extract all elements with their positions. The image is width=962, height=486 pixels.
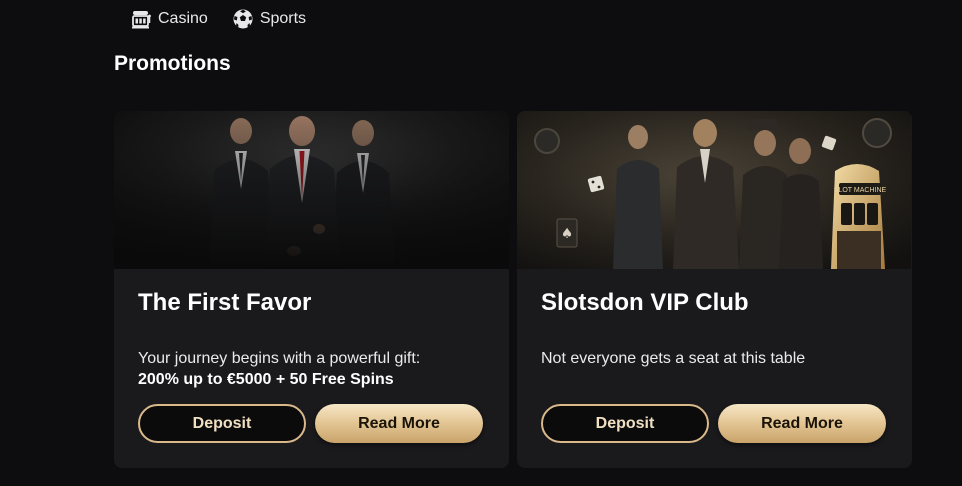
promotions-title: Promotions bbox=[114, 52, 231, 75]
nav-item-label: Sports bbox=[259, 10, 307, 27]
promo-image-mafia-trio bbox=[114, 111, 509, 269]
promotions-list: The First Favor Your journey begins with… bbox=[114, 111, 912, 468]
top-navigation: Casino Sports bbox=[130, 6, 330, 32]
deposit-button[interactable]: Deposit bbox=[541, 404, 709, 443]
promo-card-first-favor: The First Favor Your journey begins with… bbox=[114, 111, 509, 468]
promo-card-vip-club: SLOT MACHINE ♠ Slotsdon VIP Club Not eve… bbox=[517, 111, 912, 468]
deposit-button[interactable]: Deposit bbox=[138, 404, 306, 443]
nav-item-sports[interactable]: Sports bbox=[232, 8, 306, 30]
promo-card-title: Slotsdon VIP Club bbox=[541, 289, 749, 316]
read-more-button[interactable]: Read More bbox=[718, 404, 886, 443]
promo-card-description: Not everyone gets a seat at this table bbox=[541, 348, 891, 369]
promo-bonus-offer: 200% up to €5000 + 50 Free Spins bbox=[138, 371, 394, 388]
nav-item-casino[interactable]: Casino bbox=[130, 8, 208, 30]
slot-machine-sign: SLOT MACHINE bbox=[834, 187, 887, 194]
promo-description-text: Not everyone gets a seat at this table bbox=[541, 350, 806, 367]
promo-card-description: Your journey begins with a powerful gift… bbox=[138, 348, 488, 390]
nav-item-label: Casino bbox=[158, 10, 208, 27]
promo-description-text: Your journey begins with a powerful gift… bbox=[138, 350, 421, 367]
promo-image-vip-gangsters: SLOT MACHINE ♠ bbox=[517, 111, 912, 269]
soccer-ball-icon bbox=[232, 8, 254, 30]
promo-card-title: The First Favor bbox=[138, 289, 312, 316]
slot-machine-icon bbox=[130, 8, 152, 30]
read-more-button[interactable]: Read More bbox=[315, 404, 483, 443]
svg-text:♠: ♠ bbox=[561, 226, 574, 242]
